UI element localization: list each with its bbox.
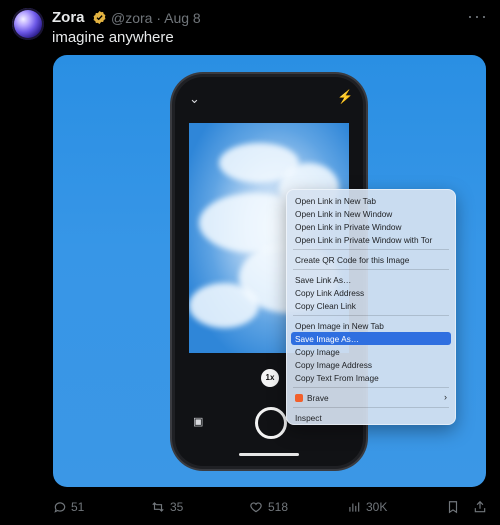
menu-item-copy-text-from-image[interactable]: Copy Text From Image <box>295 373 379 383</box>
author-name[interactable]: Zora <box>52 9 85 26</box>
menu-item-inspect[interactable]: Inspect <box>295 413 322 423</box>
menu-separator <box>293 387 449 388</box>
menu-item-copy-link-address[interactable]: Copy Link Address <box>295 288 364 298</box>
menu-separator <box>293 269 449 270</box>
menu-item-brave[interactable]: Brave <box>295 393 329 403</box>
menu-separator <box>293 407 449 408</box>
chevron-down-icon: ⌄ <box>189 91 200 106</box>
share-icon[interactable] <box>473 500 487 514</box>
zoom-level-button: 1x <box>261 369 279 387</box>
menu-item-open-link-private-tor[interactable]: Open Link in Private Window with Tor <box>295 235 432 245</box>
context-menu: Open Link in New Tab Open Link in New Wi… <box>286 189 456 425</box>
menu-item-save-link-as[interactable]: Save Link As… <box>295 275 351 285</box>
repost-icon[interactable] <box>151 500 165 514</box>
like-count: 518 <box>268 500 289 514</box>
menu-separator <box>293 315 449 316</box>
bookmark-icon[interactable] <box>446 500 460 514</box>
repost-count: 35 <box>170 500 184 514</box>
menu-item-open-image-new-tab[interactable]: Open Image in New Tab <box>295 321 384 331</box>
view-count: 30K <box>366 500 388 514</box>
menu-item-open-link-new-window[interactable]: Open Link in New Window <box>295 209 392 219</box>
more-icon[interactable]: ··· <box>467 6 488 27</box>
menu-item-create-qr[interactable]: Create QR Code for this Image <box>295 255 409 265</box>
avatar[interactable] <box>12 8 44 40</box>
views-icon[interactable] <box>347 500 361 514</box>
menu-item-copy-image[interactable]: Copy Image <box>295 347 340 357</box>
verified-badge-icon <box>93 10 106 25</box>
menu-item-open-link-new-tab[interactable]: Open Link in New Tab <box>295 196 376 206</box>
handle-and-date[interactable]: @zora · Aug 8 <box>111 10 201 26</box>
post-media[interactable]: ⌄ ⚡ 1x ▣ Open Link in New Tab Open Link … <box>53 55 486 487</box>
menu-item-open-link-private-window[interactable]: Open Link in Private Window <box>295 222 402 232</box>
submenu-arrow-icon: › <box>444 392 447 402</box>
menu-item-brave-label: Brave <box>307 393 329 403</box>
reply-count: 51 <box>71 500 85 514</box>
menu-item-save-image-as[interactable]: Save Image As… <box>295 334 359 344</box>
brave-icon <box>295 394 303 402</box>
like-icon[interactable] <box>249 500 263 514</box>
menu-item-copy-image-address[interactable]: Copy Image Address <box>295 360 372 370</box>
reply-icon[interactable] <box>53 500 67 514</box>
shutter-button <box>255 407 287 439</box>
post-text: imagine anywhere <box>52 29 174 46</box>
home-indicator <box>239 453 299 456</box>
flash-off-icon: ⚡ <box>337 89 354 104</box>
gallery-icon: ▣ <box>193 416 204 428</box>
menu-separator <box>293 249 449 250</box>
menu-item-copy-clean-link[interactable]: Copy Clean Link <box>295 301 356 311</box>
